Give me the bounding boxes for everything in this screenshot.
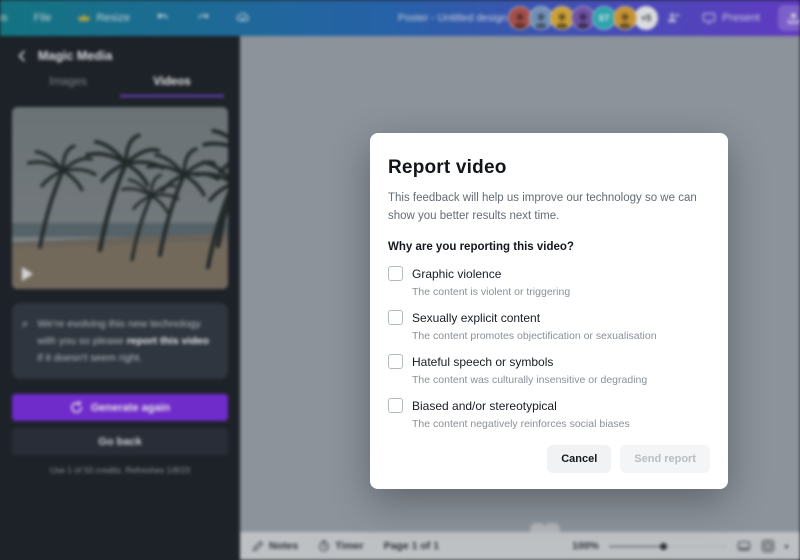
option-description: The content promotes objectification or … (412, 329, 657, 342)
notes-button[interactable]: Notes (252, 540, 298, 552)
notice-text-tail: if it doesn't seem right. (37, 351, 143, 364)
cancel-button[interactable]: Cancel (547, 444, 612, 473)
notes-pencil-icon (252, 540, 264, 552)
play-icon[interactable] (22, 267, 33, 281)
overflow-dot-icon[interactable] (785, 544, 788, 548)
redo-icon (198, 13, 209, 19)
report-notice-box: We're evolving this new technology with … (12, 303, 228, 380)
option-label: Biased and/or stereotypical (412, 398, 557, 413)
checkbox-icon[interactable] (388, 353, 403, 369)
avatar-initials: ST (598, 13, 610, 23)
magic-media-panel: Magic Media Images Videos We're evolving… (0, 36, 240, 560)
person-silhouette-icon (513, 13, 527, 29)
back-chevron-icon[interactable] (16, 50, 28, 62)
zoom-slider-track-filled (609, 545, 664, 548)
page-indicator[interactable]: Page 1 of 1 (384, 540, 439, 552)
status-bar: Notes Timer Page 1 of 1 100% (240, 532, 800, 560)
present-button[interactable]: Present (702, 11, 760, 25)
zoom-slider-knob[interactable] (660, 542, 667, 550)
app-window: ns File Resize (0, 0, 800, 560)
option-biased-stereotypical[interactable]: Biased and/or stereotypical The content … (388, 397, 710, 430)
refresh-icon (70, 401, 82, 414)
zoom-slider-track (664, 545, 727, 548)
checkbox-icon[interactable] (388, 265, 403, 281)
person-silhouette-icon (618, 13, 632, 29)
option-graphic-violence[interactable]: Graphic violence The content is violent … (388, 265, 710, 298)
person-silhouette-icon (555, 13, 569, 29)
menu-partial[interactable]: ns (0, 12, 8, 24)
undo-button[interactable] (156, 11, 170, 25)
dialog-question: Why are you reporting this video? (388, 240, 574, 253)
option-label: Graphic violence (412, 266, 502, 281)
generate-again-button[interactable]: Generate again (12, 394, 228, 422)
report-this-video-link[interactable]: report this video (127, 335, 209, 347)
crown-icon (78, 14, 91, 21)
save-status[interactable] (236, 11, 250, 25)
document-title[interactable]: Poster - Untitled design (398, 12, 507, 24)
undo-icon (157, 13, 168, 19)
report-options-list: Graphic violence The content is violent … (388, 265, 710, 430)
topbar-right-group: Present (640, 0, 800, 36)
dialog-title: Report video (388, 157, 507, 178)
upload-share-icon (787, 12, 799, 23)
thumbnail-dim-overlay (12, 107, 228, 289)
share-person-button[interactable] (666, 11, 680, 25)
resize-menu[interactable]: Resize (77, 11, 130, 25)
generated-video-thumbnail[interactable] (12, 107, 228, 289)
panel-title: Magic Media (38, 49, 113, 63)
timer-button[interactable]: Timer (318, 540, 364, 552)
flag-icon (22, 322, 28, 329)
timer-clock-icon (319, 540, 330, 552)
send-report-button[interactable]: Send report (620, 444, 710, 473)
generate-again-label: Generate again (90, 401, 171, 414)
notes-label: Notes (269, 540, 299, 552)
present-label: Present (722, 12, 760, 24)
notice-text: We're evolving this new technology with … (37, 316, 216, 366)
avatar-6[interactable] (613, 6, 637, 30)
panel-header: Magic Media (0, 36, 240, 72)
cloud-check-icon (236, 12, 250, 22)
present-screen-icon (702, 13, 716, 24)
file-menu[interactable]: File (34, 12, 52, 24)
checkbox-icon[interactable] (388, 397, 403, 413)
option-label: Hateful speech or symbols (412, 354, 554, 369)
option-label: Sexually explicit content (412, 310, 541, 325)
collaborator-avatars: ST +5 (508, 6, 658, 30)
person-add-icon (667, 13, 680, 23)
media-tabs: Images Videos (0, 76, 240, 97)
tab-videos[interactable]: Videos (120, 76, 224, 97)
zoom-slider[interactable] (609, 541, 727, 551)
redo-button[interactable] (196, 11, 210, 25)
resize-label: Resize (96, 12, 130, 24)
tab-images[interactable]: Images (16, 76, 120, 97)
top-toolbar: ns File Resize (0, 0, 800, 36)
person-silhouette-icon (534, 13, 548, 29)
bottom-panel-pull-tab[interactable]: ^ (530, 523, 560, 532)
zoom-controls: 100% (572, 539, 788, 553)
option-sexually-explicit[interactable]: Sexually explicit content The content pr… (388, 309, 710, 342)
pages-view-icon[interactable] (737, 539, 751, 553)
option-description: The content negatively reinforces social… (412, 417, 630, 430)
go-back-button[interactable]: Go back (12, 428, 228, 456)
fullscreen-icon[interactable] (761, 539, 775, 553)
share-button[interactable] (778, 5, 800, 31)
timer-label: Timer (335, 540, 364, 552)
dialog-description: This feedback will help us improve our t… (388, 192, 697, 222)
report-video-dialog: Report video This feedback will help us … (370, 133, 728, 489)
option-description: The content was culturally insensitive o… (412, 373, 648, 386)
checkbox-icon[interactable] (388, 309, 403, 325)
option-description: The content is violent or triggering (412, 285, 571, 298)
credits-text: Use 1 of 50 credits. Refreshes 1/8/23 (49, 465, 191, 476)
option-hateful-speech[interactable]: Hateful speech or symbols The content wa… (388, 353, 710, 386)
person-silhouette-icon (576, 13, 590, 29)
zoom-level[interactable]: 100% (572, 540, 599, 552)
dialog-actions: Cancel Send report (388, 444, 710, 473)
